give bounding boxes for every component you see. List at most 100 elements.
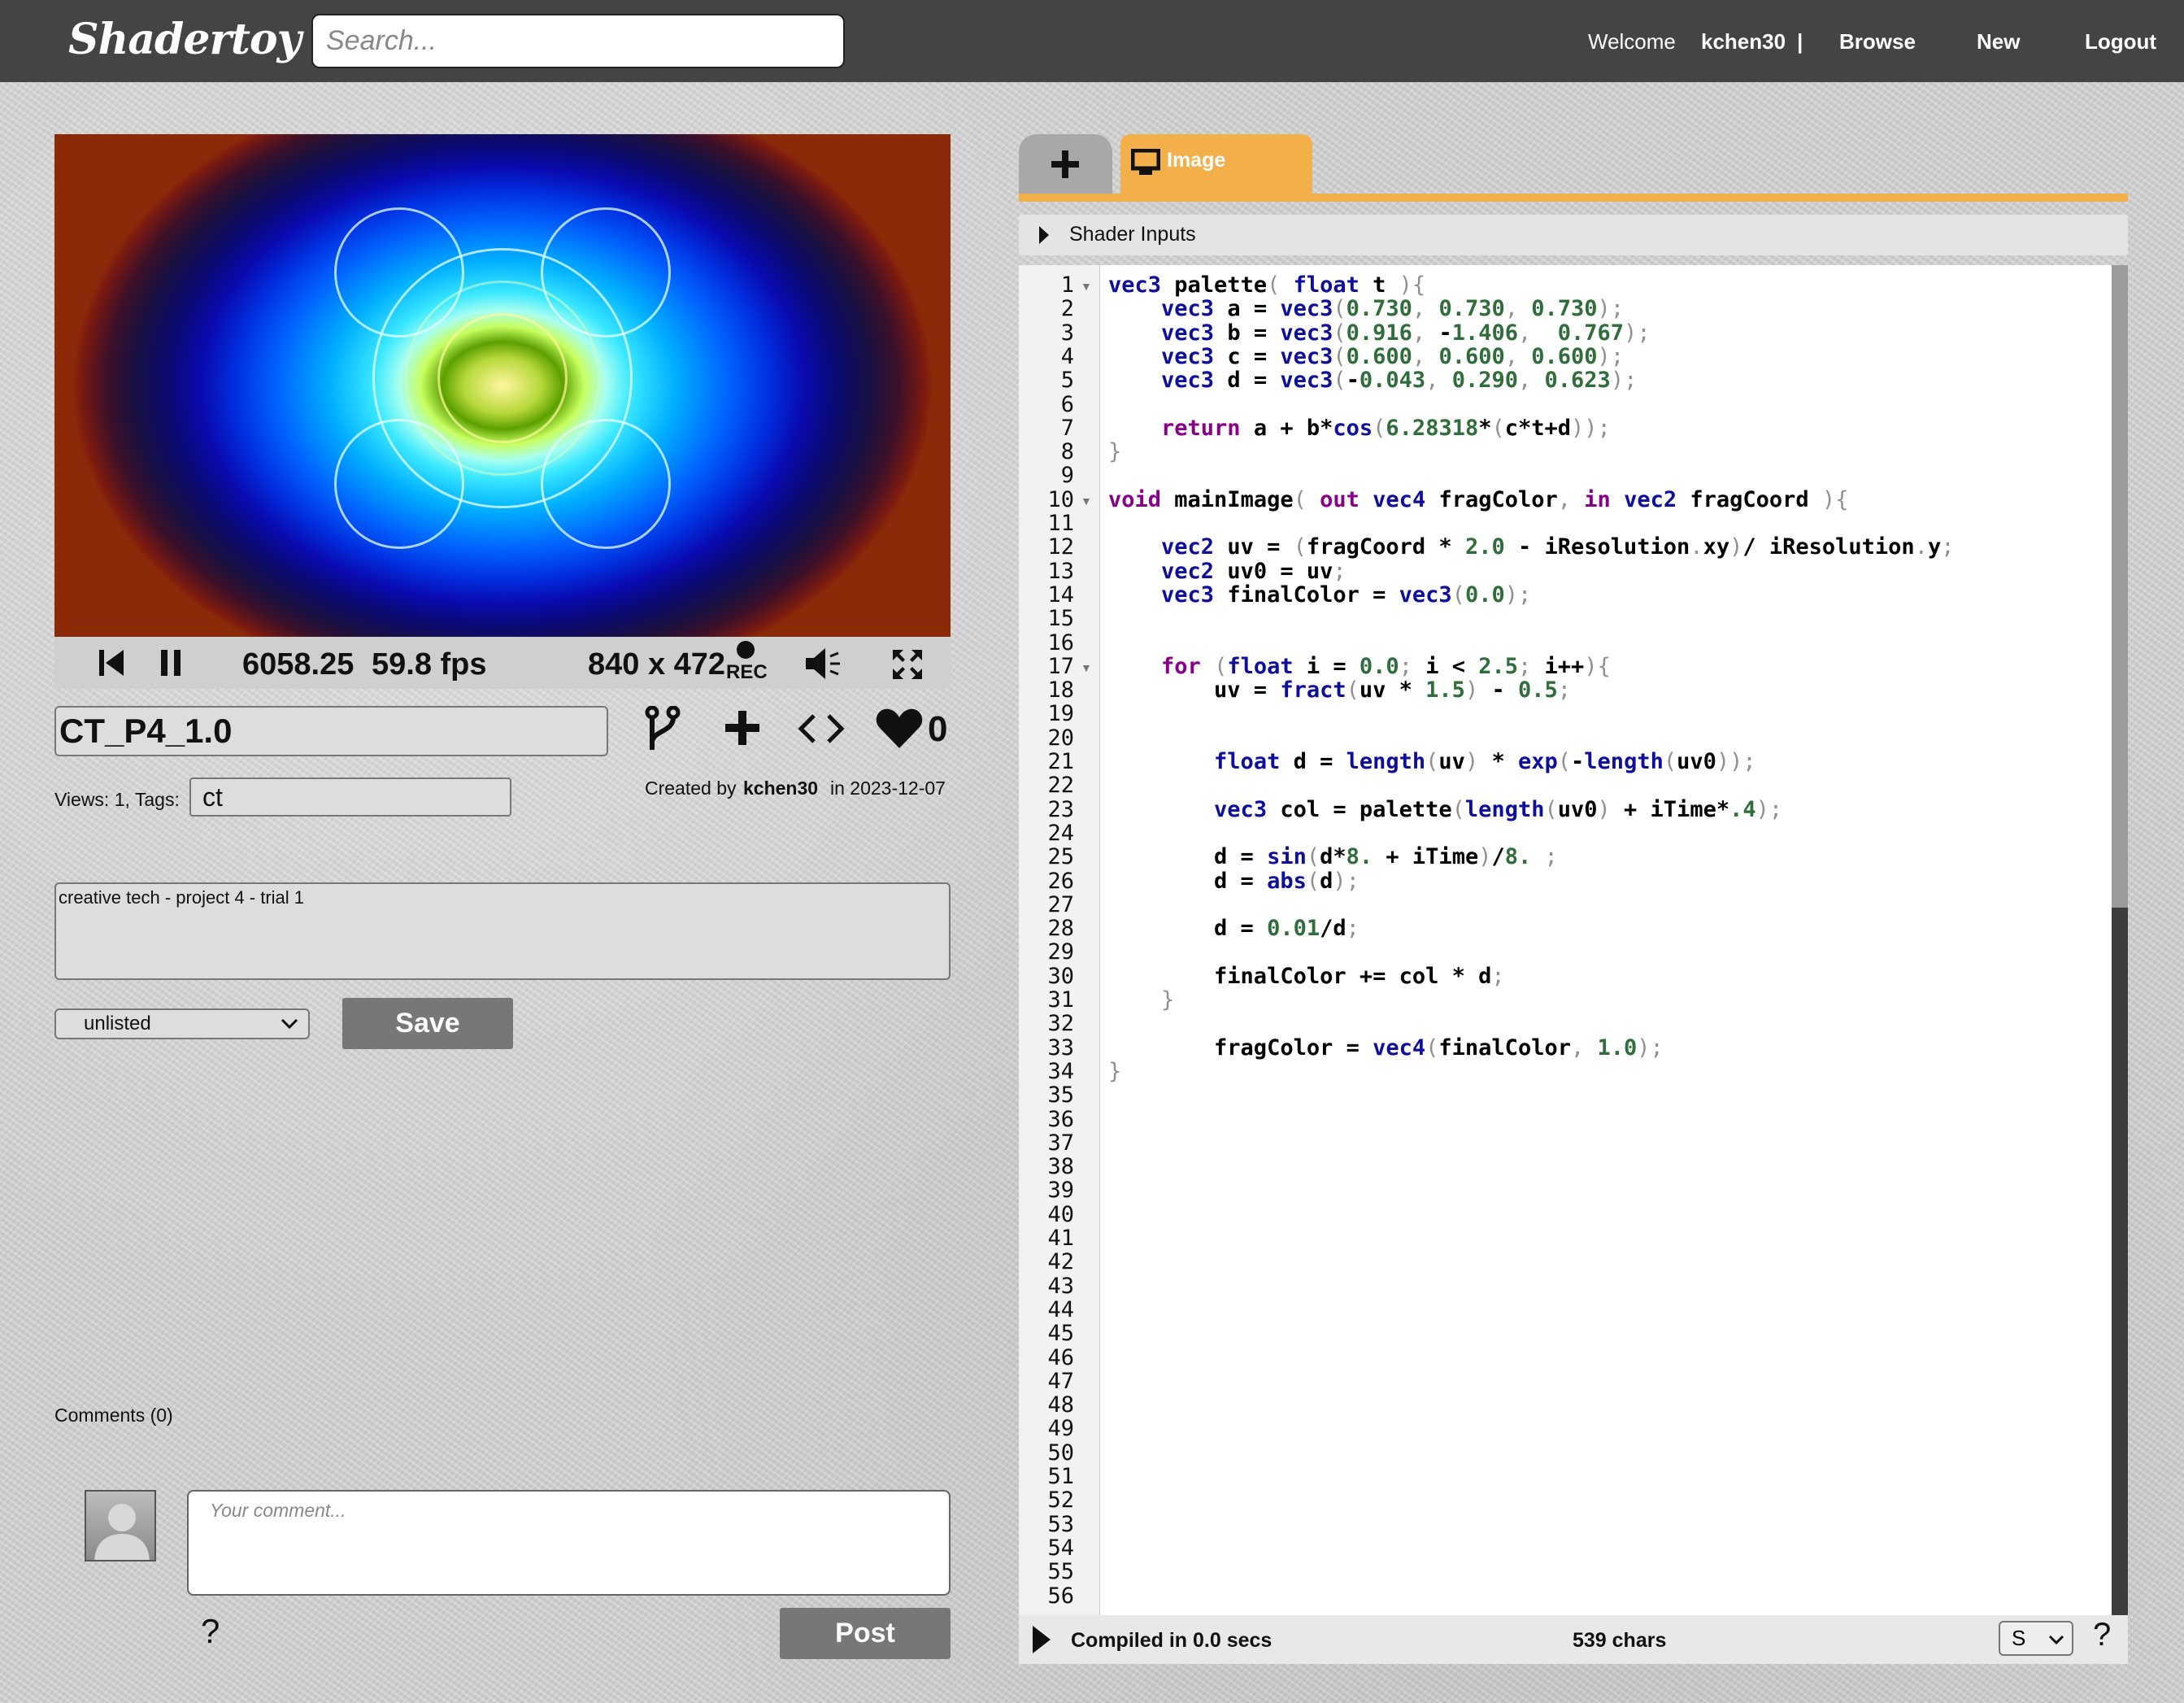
code-line[interactable]: } [1108,1060,1121,1083]
line-number: 49 [1047,1416,1074,1442]
line-number: 53 [1047,1511,1074,1537]
username-link[interactable]: kchen30 [1701,29,1786,54]
shader-name-input[interactable] [54,706,608,756]
font-size-select[interactable]: S [1999,1621,2073,1656]
line-number: 29 [1047,939,1074,965]
code-line[interactable]: vec2 uv0 = uv; [1108,559,1347,583]
line-number: 12 [1047,534,1074,560]
compile-play-icon[interactable] [1032,1625,1051,1654]
code-line[interactable]: vec3 palette( float t ){ [1108,273,1425,298]
logout-link[interactable]: Logout [2085,29,2156,54]
heart-icon[interactable] [876,708,923,750]
comment-input[interactable] [187,1490,951,1596]
fullscreen-icon[interactable] [891,648,924,681]
record-label[interactable]: REC [726,661,768,684]
code-line[interactable]: fragColor = vec4(finalColor, 1.0); [1108,1035,1664,1060]
visibility-value: unlisted [84,1013,151,1034]
fold-arrow-icon[interactable]: ▼ [1081,661,1092,674]
line-number: 16 [1047,629,1074,656]
line-number: 15 [1047,606,1074,632]
shadertoy-logo[interactable]: Shadertoy [68,15,302,64]
tab-add-pass[interactable] [1019,134,1112,196]
save-button[interactable]: Save [342,998,513,1049]
line-number: 33 [1047,1034,1074,1061]
code-line[interactable]: finalColor += col * d; [1108,964,1505,988]
fold-arrow-icon[interactable]: ▼ [1081,280,1092,293]
add-to-playlist-icon[interactable] [724,709,761,747]
fold-arrow-icon[interactable]: ▼ [1081,494,1092,507]
line-number: 27 [1047,891,1074,917]
player-controls: 6058.25 59.8 fps 840 x 472 REC [54,637,951,689]
editor-status-bar: Compiled in 0.0 secs 539 chars [1019,1615,2128,1664]
search-input[interactable] [313,15,843,67]
line-number: 51 [1047,1464,1074,1489]
canvas-pattern-ring [334,207,464,338]
rewind-icon[interactable] [98,648,125,677]
canvas-pattern-ring [437,313,568,443]
code-line[interactable]: vec2 uv = (fragCoord * 2.0 - iResolution… [1108,535,1954,560]
line-number: 9 [1060,463,1074,489]
time-display: 6058.25 [242,647,355,682]
user-silhouette-icon [94,1504,150,1560]
line-number: 39 [1047,1178,1074,1204]
shader-canvas[interactable] [54,134,951,637]
scrollbar-thumb[interactable] [2112,265,2128,908]
visibility-select[interactable]: unlisted [54,1008,310,1039]
code-line[interactable]: vec3 c = vec3(0.600, 0.600, 0.600); [1108,345,1624,369]
code-line[interactable]: vec3 a = vec3(0.730, 0.730, 0.730); [1108,297,1624,321]
comment-help-icon[interactable]: ? [201,1612,220,1651]
chevron-down-icon [2048,1635,2064,1645]
line-number: 23 [1047,796,1074,822]
tab-image[interactable]: Image [1120,134,1312,196]
code-line[interactable]: void mainImage( out vec4 fragColor, in v… [1108,487,1848,512]
code-editor[interactable]: 1 ▼ 2 3 4 5 6 7 8 9 10 ▼ 11 12 13 14 15 16 17 ▼ 18 19 20 21 22 23… [1019,265,2112,1615]
views-tags-label: Views: 1, Tags: [54,789,180,810]
fork-icon[interactable] [644,706,681,753]
code-line[interactable]: for (float i = 0.0; i < 2.5; i++){ [1108,654,1611,678]
new-link[interactable]: New [1977,29,2020,54]
shader-inputs-toggle[interactable]: Shader Inputs [1019,215,2128,255]
code-line[interactable]: d = 0.01/d; [1108,917,1360,941]
line-number: 52 [1047,1487,1074,1514]
code-line[interactable]: d = abs(d); [1108,869,1360,893]
line-number: 48 [1047,1392,1074,1418]
code-line[interactable]: vec3 d = vec3(-0.043, 0.290, 0.623); [1108,368,1637,393]
volume-icon[interactable] [804,647,843,681]
code-line[interactable]: d = sin(d*8. + iTime)/8. ; [1108,845,1558,869]
welcome-text: Welcome [1588,29,1676,54]
author-link[interactable]: kchen30 [743,777,818,799]
search-box[interactable] [311,14,845,68]
editor-scrollbar[interactable] [2112,265,2128,1615]
code-line[interactable]: float d = length(uv) * exp(-length(uv0))… [1108,750,1756,774]
line-number: 28 [1047,916,1074,942]
resolution-display: 840 x 472 [588,647,726,682]
comments-header: Comments (0) [54,1405,173,1426]
line-number: 42 [1047,1249,1074,1275]
code-line[interactable]: } [1108,988,1174,1012]
code-line[interactable]: vec3 col = palette(length(uv0) + iTime*.… [1108,797,1782,821]
record-icon[interactable] [736,640,755,660]
code-line[interactable]: } [1108,440,1121,464]
code-line[interactable]: uv = fract(uv * 1.5) - 0.5; [1108,678,1571,703]
line-number: 20 [1047,725,1074,751]
line-number: 8 [1060,439,1074,465]
embed-code-icon[interactable] [798,712,845,745]
line-number: 50 [1047,1439,1074,1466]
tags-input[interactable] [189,777,511,817]
code-line[interactable]: vec3 finalColor = vec3(0.0); [1108,583,1531,608]
created-date: in 2023-12-07 [830,777,946,799]
line-number: 22 [1047,773,1074,799]
post-comment-button[interactable]: Post [780,1608,951,1659]
line-number: 56 [1047,1583,1074,1609]
line-number: 25 [1047,844,1074,870]
pause-icon[interactable] [159,648,183,677]
browse-link[interactable]: Browse [1839,29,1916,54]
code-line[interactable]: vec3 b = vec3(0.916, -1.406, 0.767); [1108,320,1651,345]
likes-count: 0 [928,709,948,749]
code-line[interactable]: return a + b*cos(6.28318*(c*t+d)); [1108,416,1611,440]
description-field[interactable]: creative tech - project 4 - trial 1 [54,882,951,980]
line-number: 19 [1047,701,1074,727]
compile-status: Compiled in 0.0 secs [1071,1629,1273,1652]
line-number: 46 [1047,1344,1074,1370]
editor-help-icon[interactable]: ? [2093,1617,2111,1653]
